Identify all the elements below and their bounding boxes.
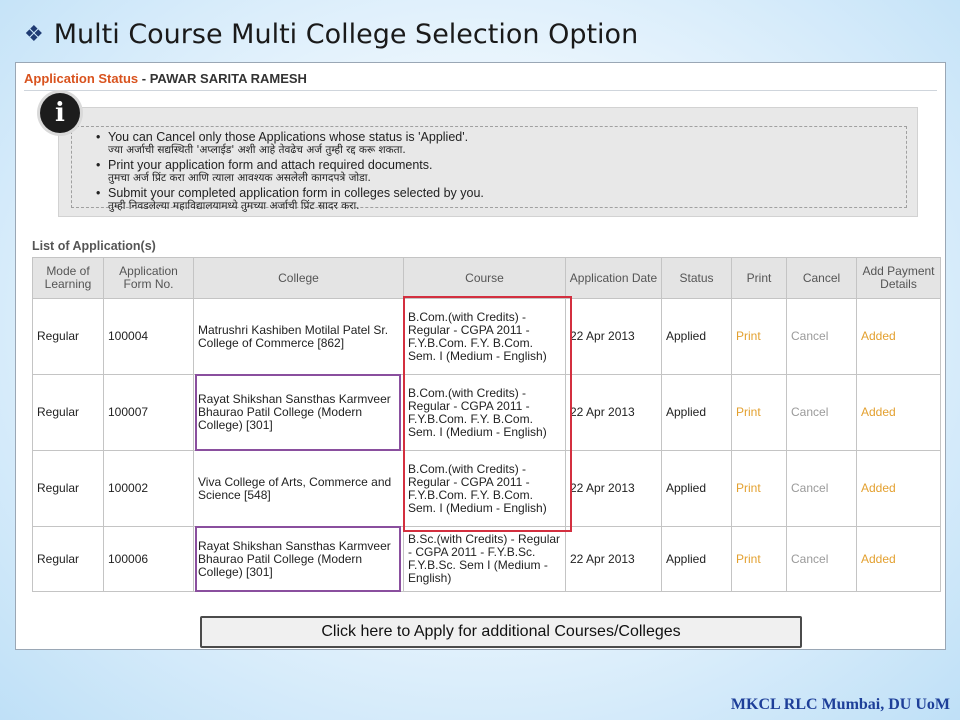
cancel-link: Cancel: [791, 329, 829, 343]
cell-form-no: 100006: [103, 526, 194, 592]
col-application-date: Application Date: [565, 257, 662, 299]
cell-date: 22 Apr 2013: [565, 450, 662, 527]
cell-status: Applied: [661, 374, 732, 451]
info-item: Print your application form and attach r…: [96, 159, 484, 185]
print-link[interactable]: Print: [736, 552, 761, 566]
info-item-mr: तुमचा अर्ज प्रिंट करा आणि त्याला आवश्यक …: [108, 172, 371, 184]
header-separator: -: [141, 71, 147, 86]
payment-added-link[interactable]: Added: [861, 552, 896, 566]
col-status: Status: [661, 257, 732, 299]
table-row: Regular 100004 Matrushri Kashiben Motila…: [32, 298, 941, 375]
col-application-form-no: Application Form No.: [103, 257, 194, 299]
cell-print: Print: [731, 374, 787, 451]
payment-added-link[interactable]: Added: [861, 405, 896, 419]
cell-cancel: Cancel: [786, 298, 857, 375]
application-status-header: Application Status - PAWAR SARITA RAMESH: [24, 71, 307, 86]
cell-college: Matrushri Kashiben Motilal Patel Sr. Col…: [193, 298, 404, 375]
cell-print: Print: [731, 526, 787, 592]
cell-college: Viva College of Arts, Commerce and Scien…: [193, 450, 404, 527]
cell-college: Rayat Shikshan Sansthas Karmveer Bhaurao…: [193, 374, 404, 451]
embedded-screenshot: Application Status - PAWAR SARITA RAMESH…: [15, 62, 946, 650]
table-row: Regular 100006 Rayat Shikshan Sansthas K…: [32, 526, 941, 592]
cell-course: B.Sc.(with Credits) - Regular - CGPA 201…: [403, 526, 566, 592]
cell-payment: Added: [856, 526, 941, 592]
col-print: Print: [731, 257, 787, 299]
info-item-en: Submit your completed application form i…: [108, 186, 484, 200]
cell-date: 22 Apr 2013: [565, 526, 662, 592]
list-title: List of Application(s): [32, 239, 156, 253]
col-college: College: [193, 257, 404, 299]
cell-cancel: Cancel: [786, 450, 857, 527]
cell-course: B.Com.(with Credits) - Regular - CGPA 20…: [403, 374, 566, 451]
cell-mode: Regular: [32, 298, 104, 375]
table-header-row: Mode of Learning Application Form No. Co…: [32, 257, 941, 299]
info-item-mr: ज्या अर्जाची सद्यस्थिती 'अप्लाईड' अशी आह…: [108, 144, 406, 156]
info-item-en: You can Cancel only those Applications w…: [108, 130, 469, 144]
cell-date: 22 Apr 2013: [565, 298, 662, 375]
cancel-link: Cancel: [791, 405, 829, 419]
payment-added-link[interactable]: Added: [861, 329, 896, 343]
cell-payment: Added: [856, 298, 941, 375]
info-item: You can Cancel only those Applications w…: [96, 131, 484, 157]
apply-additional-courses-button[interactable]: Click here to Apply for additional Cours…: [200, 616, 802, 648]
cancel-link: Cancel: [791, 481, 829, 495]
cell-payment: Added: [856, 450, 941, 527]
col-course: Course: [403, 257, 566, 299]
cell-cancel: Cancel: [786, 526, 857, 592]
cell-course: B.Com.(with Credits) - Regular - CGPA 20…: [403, 450, 566, 527]
info-item: Submit your completed application form i…: [96, 187, 484, 213]
cell-date: 22 Apr 2013: [565, 374, 662, 451]
info-list: You can Cancel only those Applications w…: [96, 131, 484, 215]
cell-print: Print: [731, 450, 787, 527]
print-link[interactable]: Print: [736, 405, 761, 419]
cancel-link: Cancel: [791, 551, 829, 566]
status-label: Application Status: [24, 71, 139, 86]
print-link[interactable]: Print: [736, 329, 761, 343]
slide-title: ❖ Multi Course Multi College Selection O…: [24, 14, 638, 54]
cell-mode: Regular: [32, 450, 104, 527]
table-row: Regular 100007 Rayat Shikshan Sansthas K…: [32, 374, 941, 451]
footer-credit: MKCL RLC Mumbai, DU UoM: [730, 696, 950, 713]
cell-print: Print: [731, 298, 787, 375]
info-item-en: Print your application form and attach r…: [108, 158, 433, 172]
header-divider: [24, 90, 937, 91]
applications-table: Mode of Learning Application Form No. Co…: [32, 257, 941, 592]
col-add-payment-details: Add Payment Details: [856, 257, 941, 299]
cell-form-no: 100007: [103, 374, 194, 451]
cell-mode: Regular: [32, 374, 104, 451]
payment-added-link[interactable]: Added: [861, 481, 896, 495]
cell-status: Applied: [661, 526, 732, 592]
cell-status: Applied: [661, 298, 732, 375]
cell-payment: Added: [856, 374, 941, 451]
diamond-bullet-icon: ❖: [24, 21, 44, 47]
cell-cancel: Cancel: [786, 374, 857, 451]
cell-course: B.Com.(with Credits) - Regular - CGPA 20…: [403, 298, 566, 375]
applicant-name: PAWAR SARITA RAMESH: [149, 71, 307, 86]
cell-mode: Regular: [32, 526, 104, 592]
table-row: Regular 100002 Viva College of Arts, Com…: [32, 450, 941, 527]
cell-college: Rayat Shikshan Sansthas Karmveer Bhaurao…: [193, 526, 404, 592]
col-mode-of-learning: Mode of Learning: [32, 257, 104, 299]
cell-form-no: 100004: [103, 298, 194, 375]
slide-title-text: Multi Course Multi College Selection Opt…: [53, 18, 639, 50]
print-link[interactable]: Print: [736, 481, 761, 495]
col-cancel: Cancel: [786, 257, 857, 299]
info-item-mr: तुम्ही निवडलेल्या महाविद्यालयामध्ये तुमच…: [108, 200, 360, 212]
cell-form-no: 100002: [103, 450, 194, 527]
info-icon: i: [40, 93, 80, 133]
cell-status: Applied: [661, 450, 732, 527]
